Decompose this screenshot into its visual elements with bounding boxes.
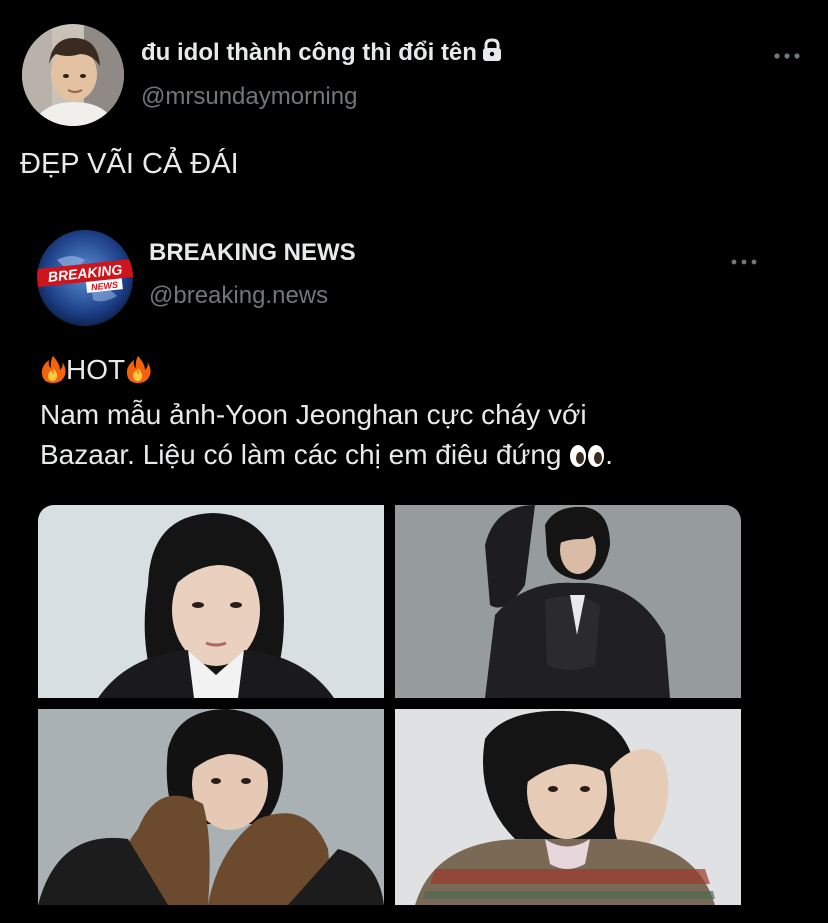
portrait-photo-image (395, 709, 741, 905)
author-display-name[interactable]: đu idol thành công thì đổi tên (141, 38, 503, 69)
fire-emoji (125, 354, 151, 395)
quoted-tweet-text: HOT Nam mẫu ảnh-Yoon Jeonghan cực cháy v… (40, 350, 800, 480)
author-avatar[interactable] (22, 24, 124, 126)
photo-1[interactable] (38, 505, 384, 698)
portrait-photo-image (38, 709, 384, 905)
tweet-text: ĐẸP VÃI CẢ ĐÁI (20, 148, 239, 180)
eyes-emoji (569, 440, 605, 480)
author-handle[interactable]: @mrsundaymorning (141, 83, 357, 111)
quoted-author-avatar[interactable]: BREAKING NEWS (37, 230, 133, 326)
quoted-display-name[interactable]: BREAKING NEWS (149, 239, 356, 267)
more-options-icon[interactable] (772, 48, 802, 64)
tweet: đu idol thành công thì đổi tên @mrsunday… (0, 0, 828, 923)
quoted-line-2: Nam mẫu ảnh-Yoon Jeonghan cực cháy với (40, 399, 587, 430)
photo-2[interactable] (395, 505, 741, 698)
quoted-line-3-text: Bazaar. Liệu có làm các chị em điêu đứng (40, 439, 562, 470)
profile-photo (22, 24, 124, 126)
media-grid (38, 505, 741, 905)
quoted-line-1: HOT (40, 350, 800, 395)
photo-3[interactable] (38, 709, 384, 905)
quoted-more-options-icon[interactable] (730, 255, 758, 269)
portrait-photo-image (38, 505, 384, 698)
author-name-text: đu idol thành công thì đổi tên (141, 39, 477, 66)
quoted-line-3-end: . (605, 439, 614, 470)
hot-label: HOT (66, 354, 126, 385)
portrait-photo-image (395, 505, 741, 698)
breaking-news-logo-icon: BREAKING NEWS (37, 230, 133, 326)
fire-emoji (40, 354, 66, 395)
photo-4[interactable] (395, 709, 741, 905)
quoted-line-3: Bazaar. Liệu có làm các chị em điêu đứng… (40, 435, 800, 480)
quoted-handle[interactable]: @breaking.news (149, 282, 328, 310)
lock-icon (481, 38, 503, 69)
